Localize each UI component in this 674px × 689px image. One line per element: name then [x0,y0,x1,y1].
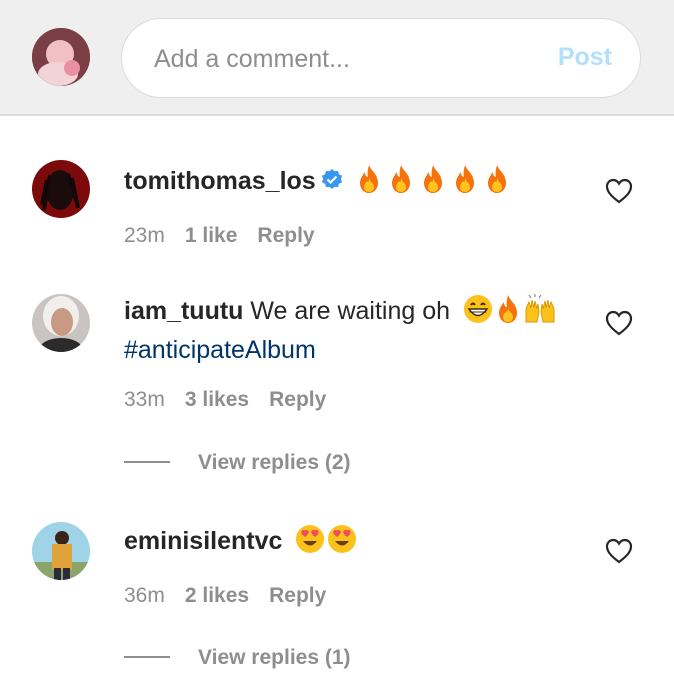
comment-emojis [463,294,557,333]
like-heart-icon[interactable] [605,538,633,564]
avatar[interactable] [32,522,90,580]
view-replies-label: View replies (1) [198,646,351,669]
comment-likes[interactable]: 3 likes [185,388,249,411]
fire-icon [452,164,478,194]
comment-meta: 23m 1 like Reply [124,224,335,248]
comment-input-container[interactable]: Post [121,18,641,98]
heart-eyes-icon [327,524,357,554]
comment-likes[interactable]: 2 likes [185,584,249,607]
comment-meta: 36m 2 likes Reply [124,584,346,608]
comment-time: 36m [124,584,165,607]
avatar[interactable] [32,160,90,218]
verified-badge-icon [321,169,342,189]
hashtag-link[interactable]: #anticipateAlbum [124,336,316,364]
comment-username[interactable]: tomithomas_los [124,167,316,195]
fire-icon [356,164,382,194]
reply-button[interactable]: Reply [257,224,314,247]
comment-likes[interactable]: 1 like [185,224,238,247]
view-replies-label: View replies (2) [198,451,351,474]
avatar[interactable] [32,294,90,352]
fire-icon [484,164,510,194]
comment-username[interactable]: eminisilentvc [124,527,282,555]
fire-emojis [350,164,510,203]
fire-icon [388,164,414,194]
divider-line [124,461,170,463]
grin-icon [463,294,493,324]
comment-text: eminisilentvc [124,524,574,563]
current-user-avatar[interactable] [32,28,90,86]
fire-icon [420,164,446,194]
comment-input[interactable] [152,39,536,79]
comment-text: tomithomas_los [124,164,574,203]
reply-button[interactable]: Reply [269,584,326,607]
comment-text: iam_tuutu We are waiting oh #anticipateA… [124,294,574,367]
reply-button[interactable]: Reply [269,388,326,411]
fire-icon [495,294,521,324]
view-replies-button[interactable]: View replies (1) [124,646,351,670]
comment-username[interactable]: iam_tuutu [124,297,243,325]
comment-message: We are waiting oh [250,297,451,325]
raised-hands-icon [523,294,557,324]
heart-eyes-icon [295,524,325,554]
divider-line [124,656,170,658]
comment-time: 33m [124,388,165,411]
like-heart-icon[interactable] [605,178,633,204]
like-heart-icon[interactable] [605,310,633,336]
comment-composer-bar: Post [0,0,674,116]
comment-time: 23m [124,224,165,247]
comment-emojis [295,524,357,563]
view-replies-button[interactable]: View replies (2) [124,451,351,475]
post-button[interactable]: Post [558,43,612,72]
comment-meta: 33m 3 likes Reply [124,388,346,412]
